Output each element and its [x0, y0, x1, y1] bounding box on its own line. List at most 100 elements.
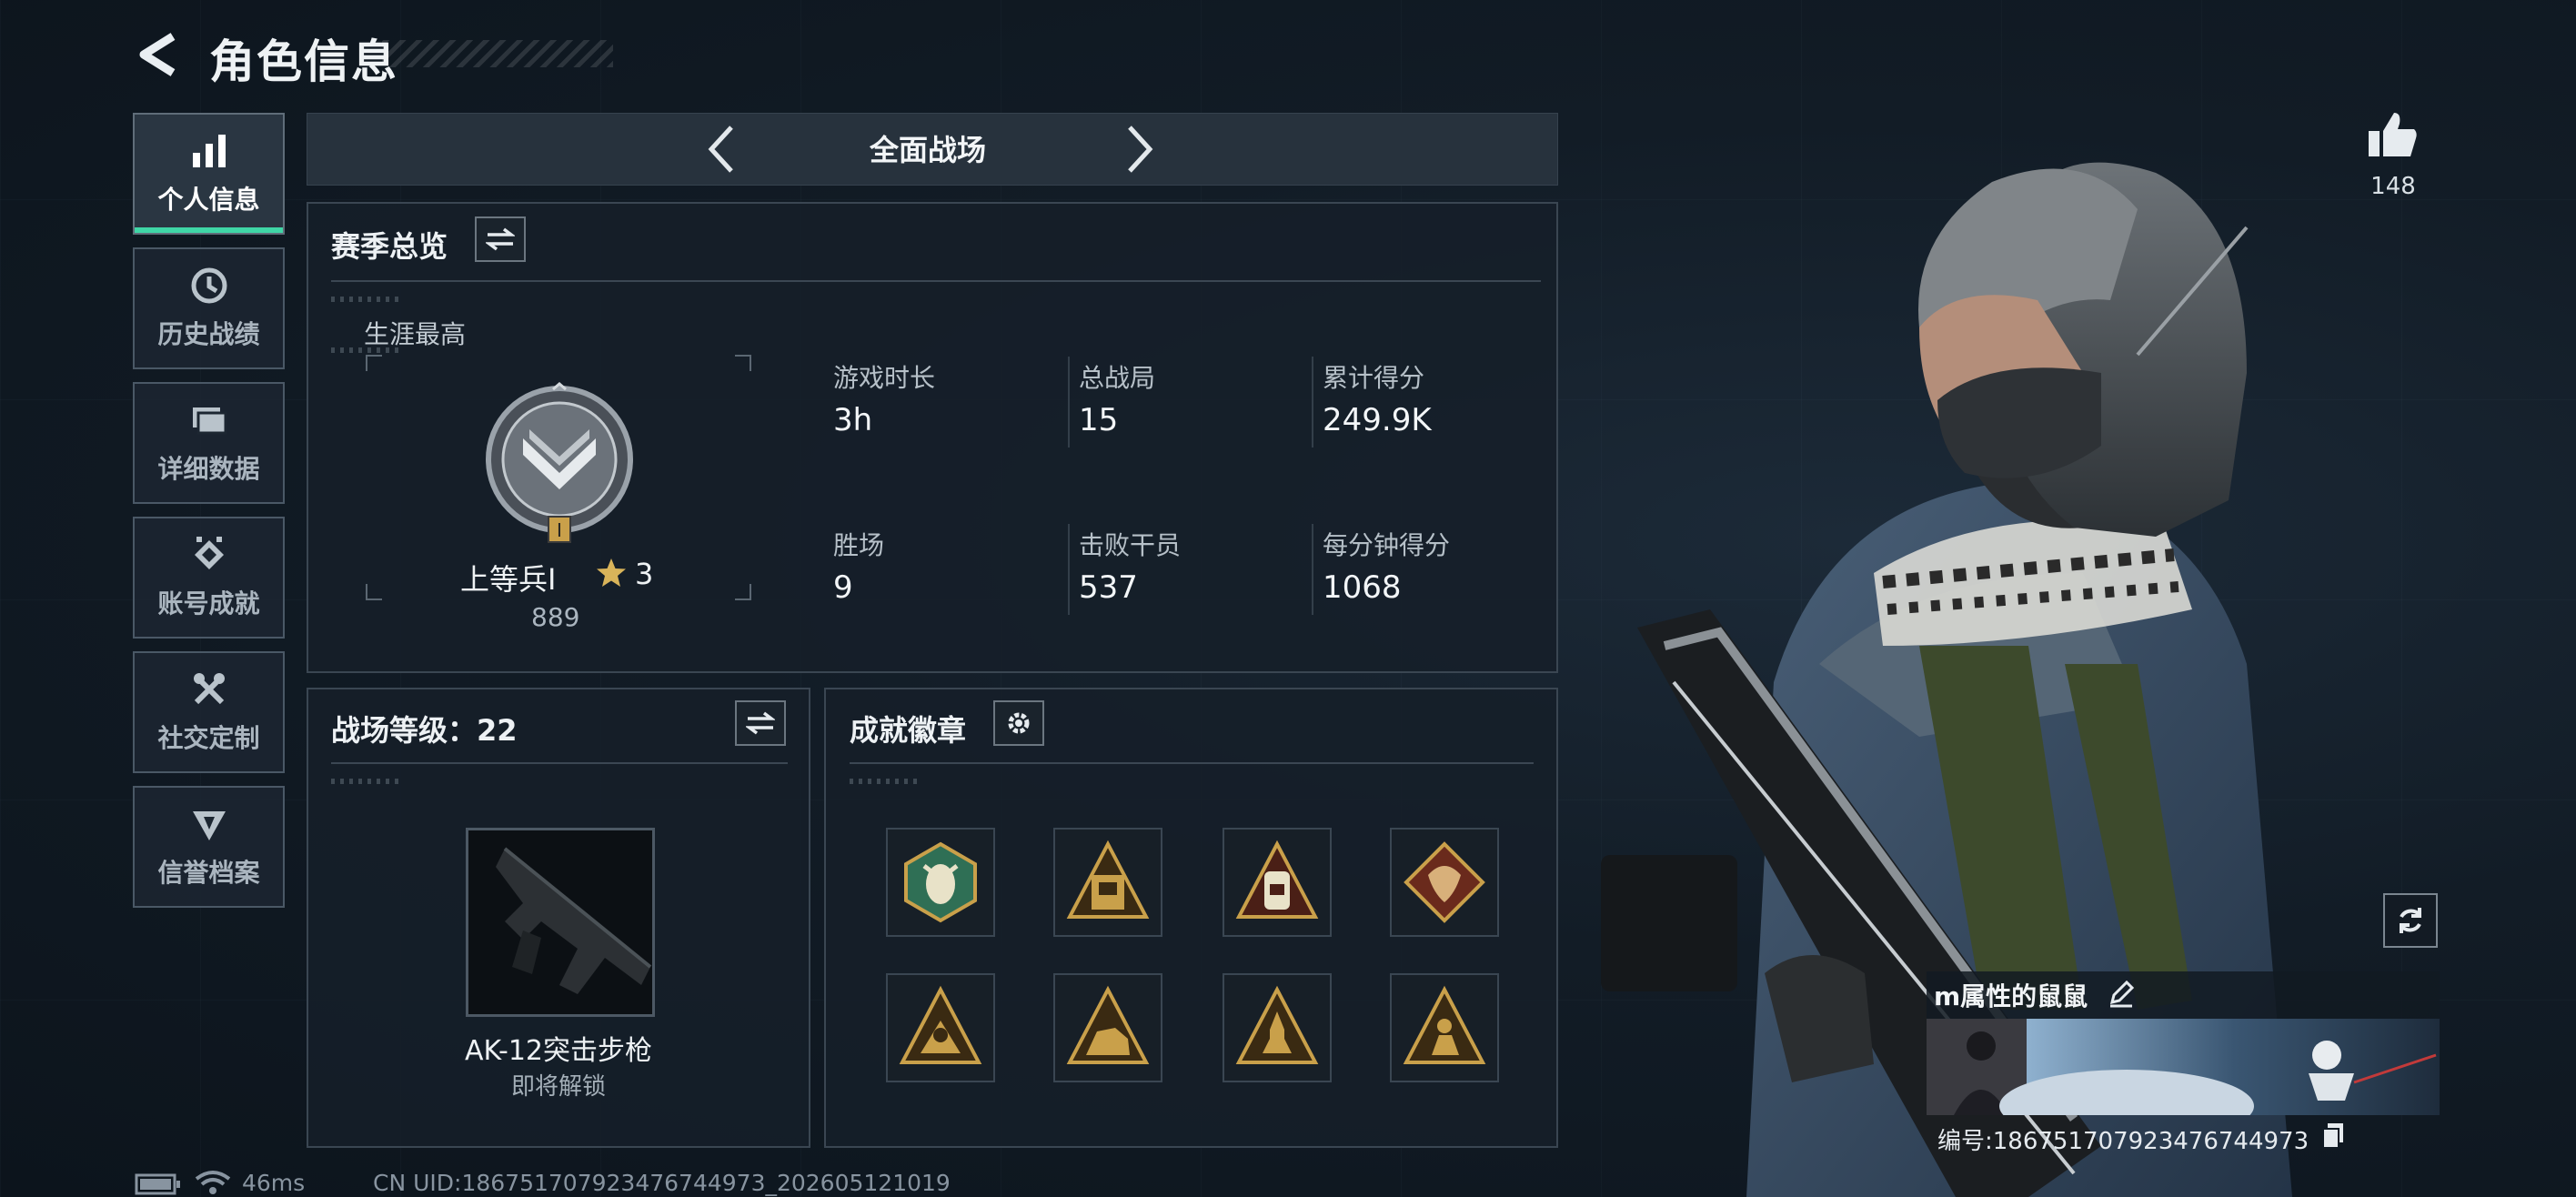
refresh-button[interactable] — [2383, 893, 2438, 948]
achievement-badge[interactable] — [1053, 973, 1162, 1082]
player-nickname: m属性的鼠鼠 — [1934, 981, 2088, 1011]
mode-tab-label: 全面战场 — [869, 133, 986, 167]
swap-icon — [746, 711, 775, 735]
stat-label: 胜场 — [833, 530, 885, 560]
stat-label: 游戏时长 — [833, 363, 936, 393]
frame-corner — [735, 584, 751, 600]
sidebar-item-credit[interactable]: 信誉档案 — [133, 786, 285, 908]
stat-divider — [1312, 357, 1313, 448]
hornet-badge-icon — [904, 841, 977, 923]
achievement-badge[interactable] — [1053, 828, 1162, 937]
rank-name: 上等兵Ⅰ — [460, 562, 557, 597]
copy-icon[interactable] — [2321, 1122, 2345, 1150]
weapon-status: 即将解锁 — [510, 1073, 606, 1101]
decorative-dots — [331, 297, 400, 302]
battlefield-switch-button[interactable] — [735, 700, 786, 746]
profile-banner-image — [1927, 1019, 2440, 1142]
wifi-icon — [195, 1171, 231, 1194]
shield-icon — [192, 811, 226, 840]
astronaut-banner-icon — [1927, 1019, 2437, 1142]
season-switch-button[interactable] — [475, 216, 526, 262]
decorative-dots — [331, 779, 400, 784]
sidebar-item-social[interactable]: 社交定制 — [133, 651, 285, 773]
sidebar-item-label: 社交定制 — [157, 723, 260, 753]
card-badge-icon — [1066, 840, 1150, 919]
swap-icon — [486, 227, 515, 251]
stat-value: 3h — [833, 402, 873, 438]
achievements-title: 成就徽章 — [850, 713, 967, 748]
sidebar-item-achievements[interactable]: 账号成就 — [133, 517, 285, 639]
weapon-name: AK-12突击步枪 — [464, 1035, 653, 1067]
medal-icon — [194, 537, 224, 569]
frame-corner — [366, 355, 382, 371]
stat-value: 537 — [1079, 569, 1138, 606]
stat-divider — [1068, 357, 1070, 448]
rank-badge-numeral: I — [557, 519, 562, 541]
stat-label: 累计得分 — [1323, 363, 1425, 393]
achievement-badge[interactable] — [1223, 973, 1332, 1082]
season-overview-title: 赛季总览 — [331, 229, 448, 264]
sidebar-item-history[interactable]: 历史战绩 — [133, 247, 285, 369]
rank-stars: 3 — [635, 557, 654, 591]
divider — [331, 762, 788, 764]
player-id: 编号:1867517079234767449​73 — [1937, 1128, 2309, 1155]
sidebar-item-detailed-data[interactable]: 详细数据 — [133, 382, 285, 504]
title-decoration — [382, 40, 613, 67]
sidebar-item-label: 个人信息 — [157, 185, 260, 215]
career-best-label: 生涯最高 — [364, 319, 467, 349]
stat-value: 1068 — [1323, 569, 1402, 606]
star-icon — [597, 558, 626, 587]
bar-chart-icon — [192, 135, 226, 167]
achievement-badge[interactable] — [886, 973, 995, 1082]
back-arrow-icon[interactable] — [135, 31, 180, 78]
stat-value: 9 — [833, 569, 853, 606]
uid-text: CN UID:1867517079234767449​73_2026051210… — [373, 1170, 951, 1196]
decorative-dots — [850, 779, 919, 784]
rifle-icon — [496, 847, 652, 994]
sidebar-item-label: 信誉档案 — [157, 858, 260, 888]
shooter-badge-icon — [1403, 985, 1486, 1064]
stat-label: 总战局 — [1079, 363, 1156, 393]
frame-corner — [735, 355, 751, 371]
battery-icon — [135, 1173, 180, 1195]
stat-value: 249.9K — [1323, 402, 1432, 438]
runner-badge-icon — [899, 985, 982, 1064]
weapon-thumbnail[interactable] — [466, 828, 655, 1017]
chevron-left-icon[interactable] — [706, 124, 737, 175]
achievement-badge[interactable] — [886, 828, 995, 937]
stat-value: 15 — [1079, 402, 1119, 438]
rank-points: 889 — [531, 602, 580, 632]
achievement-badge[interactable] — [1390, 828, 1499, 937]
tools-icon — [193, 673, 225, 705]
ping-text: 46ms — [242, 1170, 306, 1196]
battlefield-level-title: 战场等级：22 — [331, 713, 518, 748]
rocket-badge-icon — [1235, 985, 1319, 1064]
sidebar-item-label: 详细数据 — [157, 454, 260, 484]
edit-icon[interactable] — [2107, 979, 2136, 1008]
achievement-badge[interactable] — [1223, 828, 1332, 937]
dogtag-badge-icon — [1235, 840, 1319, 919]
divider — [331, 280, 1541, 282]
stat-label: 击败干员 — [1079, 530, 1182, 560]
dragon-badge-icon — [1404, 841, 1485, 923]
sidebar-item-personal-info[interactable]: 个人信息 — [133, 113, 285, 235]
chevron-right-icon[interactable] — [1124, 124, 1155, 175]
achievements-settings-button[interactable] — [993, 700, 1044, 746]
dog-badge-icon — [1066, 985, 1150, 1064]
gear-icon — [1008, 712, 1030, 734]
achievement-badge[interactable] — [1390, 973, 1499, 1082]
stat-divider — [1068, 524, 1070, 615]
likes-count: 148 — [2370, 173, 2416, 200]
sidebar-item-label: 历史战绩 — [157, 319, 260, 349]
frame-corner — [366, 584, 382, 600]
rank-badge-icon: I — [486, 382, 633, 543]
history-icon — [191, 267, 226, 304]
stat-divider — [1312, 524, 1313, 615]
refresh-icon — [2400, 908, 2421, 933]
page-title: 角色信息 — [209, 35, 398, 88]
stat-label: 每分钟得分 — [1323, 530, 1451, 560]
folder-icon — [192, 407, 226, 435]
thumbs-up-icon[interactable] — [2365, 107, 2420, 162]
divider — [850, 762, 1534, 764]
sidebar-item-label: 账号成就 — [157, 588, 260, 619]
